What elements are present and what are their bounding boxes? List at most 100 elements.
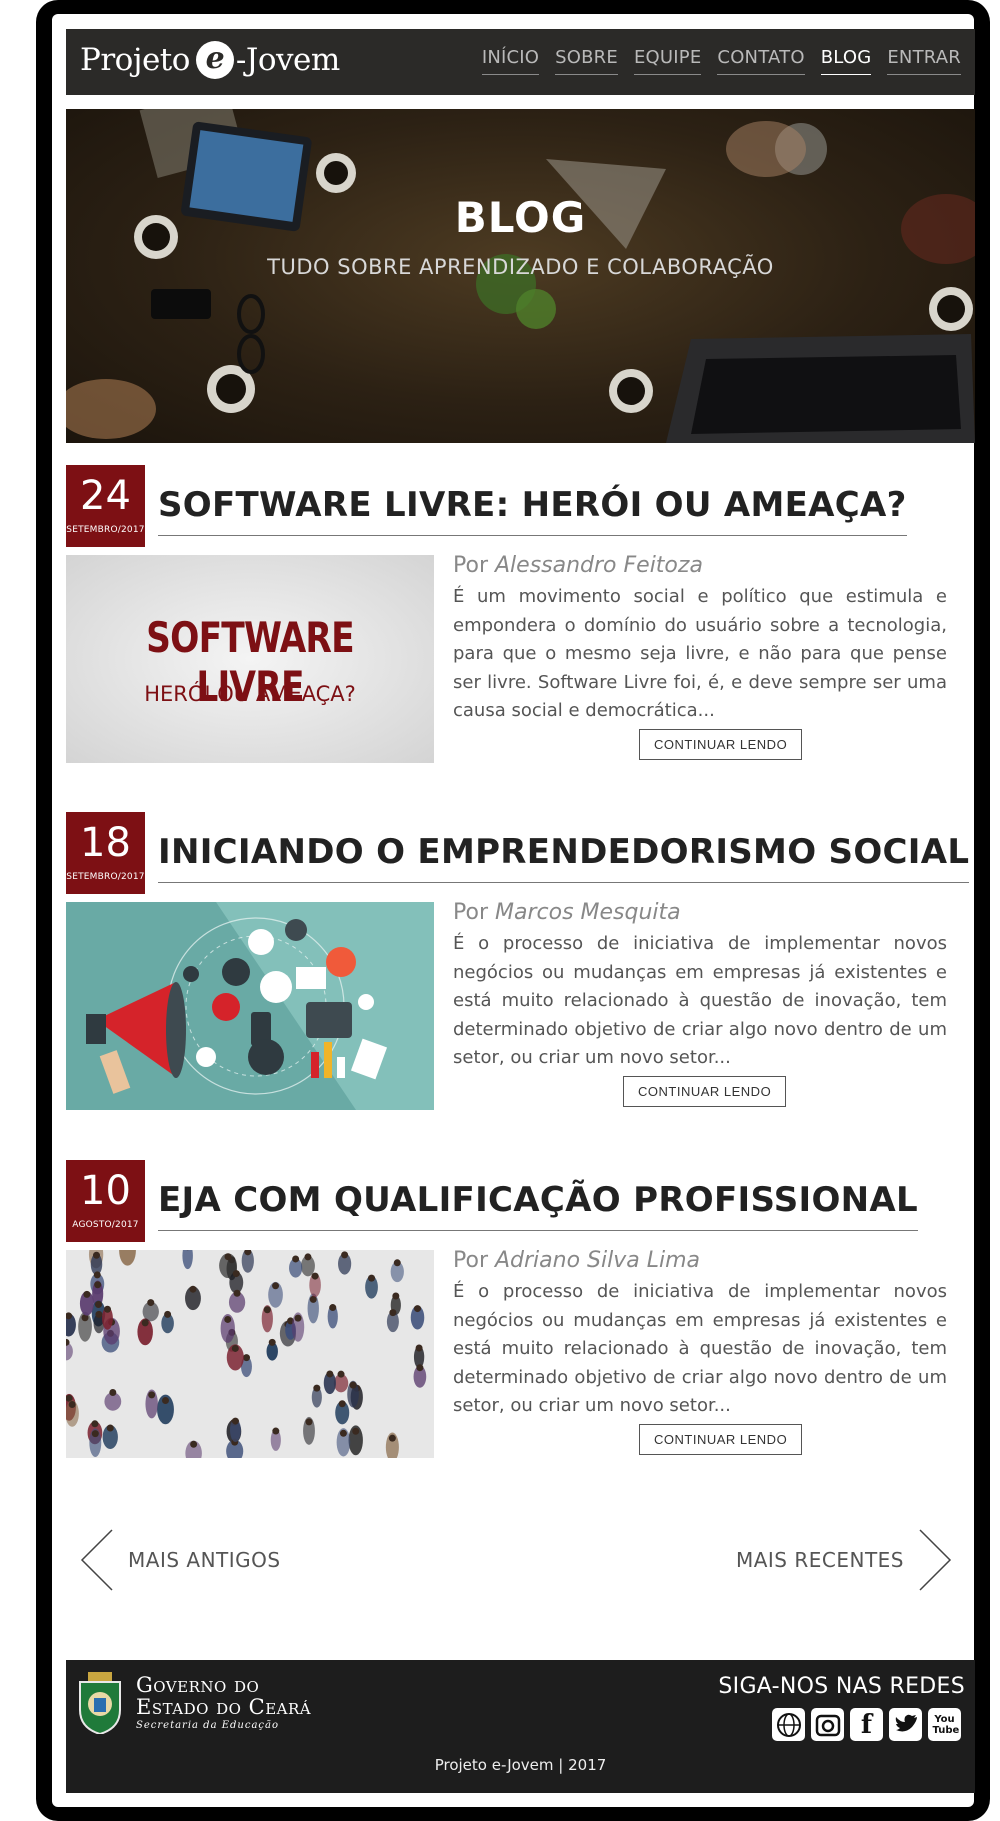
crowd-figure-head (313, 1384, 321, 1392)
crowd-figure-head (109, 1389, 117, 1397)
crowd-figure-head (93, 1271, 101, 1279)
post-title[interactable]: INICIANDO O EMPRENDEDORISMO SOCIAL (158, 832, 970, 883)
post-day: 10 (80, 1168, 131, 1214)
instagram-icon[interactable] (811, 1708, 844, 1741)
crowd-figure-head (233, 1289, 241, 1297)
crowd-figure (119, 1250, 136, 1266)
facebook-icon[interactable]: f (850, 1708, 883, 1741)
youtube-icon[interactable]: You Tube (928, 1708, 961, 1741)
post-author: Por Alessandro Feitoza (453, 553, 703, 578)
older-posts-link[interactable]: MAIS ANTIGOS (80, 1528, 281, 1592)
crowd-figure-head (414, 1305, 422, 1313)
crowd-figure-head (91, 1420, 99, 1428)
post-title[interactable]: SOFTWARE LIVRE: HERÓI OU AMEAÇA? (158, 485, 907, 536)
crowd-figure-head (268, 1338, 276, 1346)
crowd-figure-head (92, 1251, 100, 1259)
crowd-figure-head (91, 1430, 99, 1438)
post-thumbnail[interactable] (66, 1250, 434, 1458)
crowd-figure-head (161, 1396, 169, 1404)
site-footer: Governo do Estado do Ceará Secretaria da… (66, 1660, 975, 1793)
crowd-photo (66, 1250, 427, 1458)
government-logo[interactable]: Governo do Estado do Ceará Secretaria da… (76, 1672, 311, 1734)
post-month: AGOSTO/2017 (72, 1220, 139, 1230)
blog-post: 10 AGOSTO/2017 EJA COM QUALIFICAÇÃO PROF… (66, 1160, 975, 1460)
nav-blog[interactable]: BLOG (820, 47, 872, 75)
post-date-badge: 10 AGOSTO/2017 (66, 1160, 145, 1242)
post-excerpt: É um movimento social e político que est… (453, 586, 947, 721)
www-icon[interactable] (772, 1708, 805, 1741)
chevron-left-icon (80, 1529, 113, 1591)
continue-reading-button[interactable]: CONTINUAR LENDO (639, 1424, 803, 1455)
newer-posts-label: MAIS RECENTES (735, 1548, 904, 1572)
author-name: Marcos Mesquita (495, 900, 681, 925)
post-thumbnail[interactable] (66, 902, 434, 1110)
crowd-figure-head (339, 1429, 347, 1437)
gov-line-2: Estado do Ceará (136, 1695, 312, 1720)
crowd-figure-head (294, 1314, 302, 1322)
crowd-figure-head (329, 1304, 337, 1312)
crowd-figure-head (337, 1370, 345, 1378)
crowd-figure-head (231, 1344, 239, 1352)
follow-us-label: SIGA-NOS NAS REDES (718, 1674, 965, 1699)
twitter-icon[interactable] (889, 1708, 922, 1741)
crowd-figure-head (416, 1364, 424, 1372)
crowd-figure-head (349, 1381, 357, 1389)
post-day: 18 (80, 820, 131, 866)
crowd-figure-head (232, 1270, 240, 1278)
crowd-figure-head (83, 1290, 91, 1298)
crowd-figure-head (148, 1391, 156, 1399)
logo-e-mark: e (195, 41, 234, 79)
crowd-figure-head (326, 1370, 334, 1378)
hero-subtitle: TUDO SOBRE APRENDIZADO E COLABORAÇÃO (267, 255, 774, 279)
crowd-figure-head (392, 1292, 400, 1300)
nav-sobre[interactable]: SOBRE (555, 47, 618, 75)
crowd-figure-head (189, 1285, 197, 1293)
post-thumbnail[interactable]: SOFTWARE LIVRE HERÓI OU AMEAÇA? (66, 555, 434, 763)
crowd-figure-head (292, 1255, 300, 1263)
post-date-badge: 18 SETEMBRO/2017 (66, 812, 145, 894)
crowd-figure-head (311, 1272, 319, 1280)
crowd-figure-head (388, 1434, 396, 1442)
crowd-figure-head (224, 1315, 232, 1323)
thumb-subheading: HERÓI OU AMEAÇA? (144, 682, 356, 706)
crowd-figure-head (94, 1300, 102, 1308)
crowd-figure-head (95, 1310, 103, 1318)
crowd-figure-head (305, 1418, 313, 1426)
author-prefix: Por (453, 900, 488, 925)
crowd-figure-head (389, 1309, 397, 1317)
chevron-right-icon (919, 1529, 952, 1591)
post-date-badge: 24 SETEMBRO/2017 (66, 465, 145, 547)
post-title[interactable]: EJA COM QUALIFICAÇÃO PROFISSIONAL (158, 1180, 919, 1231)
copyright-text: Projeto e-Jovem | 2017 (434, 1756, 607, 1774)
crowd-figure-head (352, 1427, 360, 1435)
hero-title: BLOG (454, 193, 587, 242)
author-name: Adriano Silva Lima (495, 1248, 701, 1273)
nav-inicio[interactable]: INÍCIO (481, 47, 540, 75)
post-author: Por Adriano Silva Lima (453, 1248, 700, 1273)
crowd-figure-head (103, 1305, 111, 1313)
top-bar: Projeto e -Jovem INÍCIO SOBRE EQUIPE CON… (66, 29, 975, 95)
nav-equipe[interactable]: EQUIPE (633, 47, 702, 75)
post-excerpt: É o processo de iniciativa de implementa… (453, 933, 947, 1068)
crowd-figure-head (263, 1306, 271, 1314)
continue-reading-button[interactable]: CONTINUAR LENDO (623, 1076, 787, 1107)
social-links: f You Tube (772, 1708, 961, 1741)
blog-post: 18 SETEMBRO/2017 INICIANDO O EMPRENDEDOR… (66, 812, 975, 1112)
gov-line-1: Governo do (136, 1673, 260, 1698)
author-prefix: Por (453, 553, 488, 578)
crowd-figure-head (341, 1251, 349, 1259)
author-prefix: Por (453, 1248, 488, 1273)
post-author: Por Marcos Mesquita (453, 900, 681, 925)
nav-entrar[interactable]: ENTRAR (887, 47, 961, 75)
crowd-figure-head (106, 1424, 114, 1432)
author-name: Alessandro Feitoza (495, 553, 703, 578)
continue-reading-button[interactable]: CONTINUAR LENDO (639, 729, 803, 760)
youtube-label: You Tube (932, 1713, 960, 1736)
nav-contato[interactable]: CONTATO (717, 47, 805, 75)
site-logo[interactable]: Projeto e -Jovem (80, 41, 340, 79)
post-month: SETEMBRO/2017 (66, 872, 145, 882)
coat-of-arms-icon (79, 1672, 121, 1734)
blog-post: 24 SETEMBRO/2017 SOFTWARE LIVRE: HERÓI O… (66, 465, 975, 765)
logo-suffix: -Jovem (235, 42, 340, 78)
newer-posts-link[interactable]: MAIS RECENTES (736, 1528, 952, 1592)
